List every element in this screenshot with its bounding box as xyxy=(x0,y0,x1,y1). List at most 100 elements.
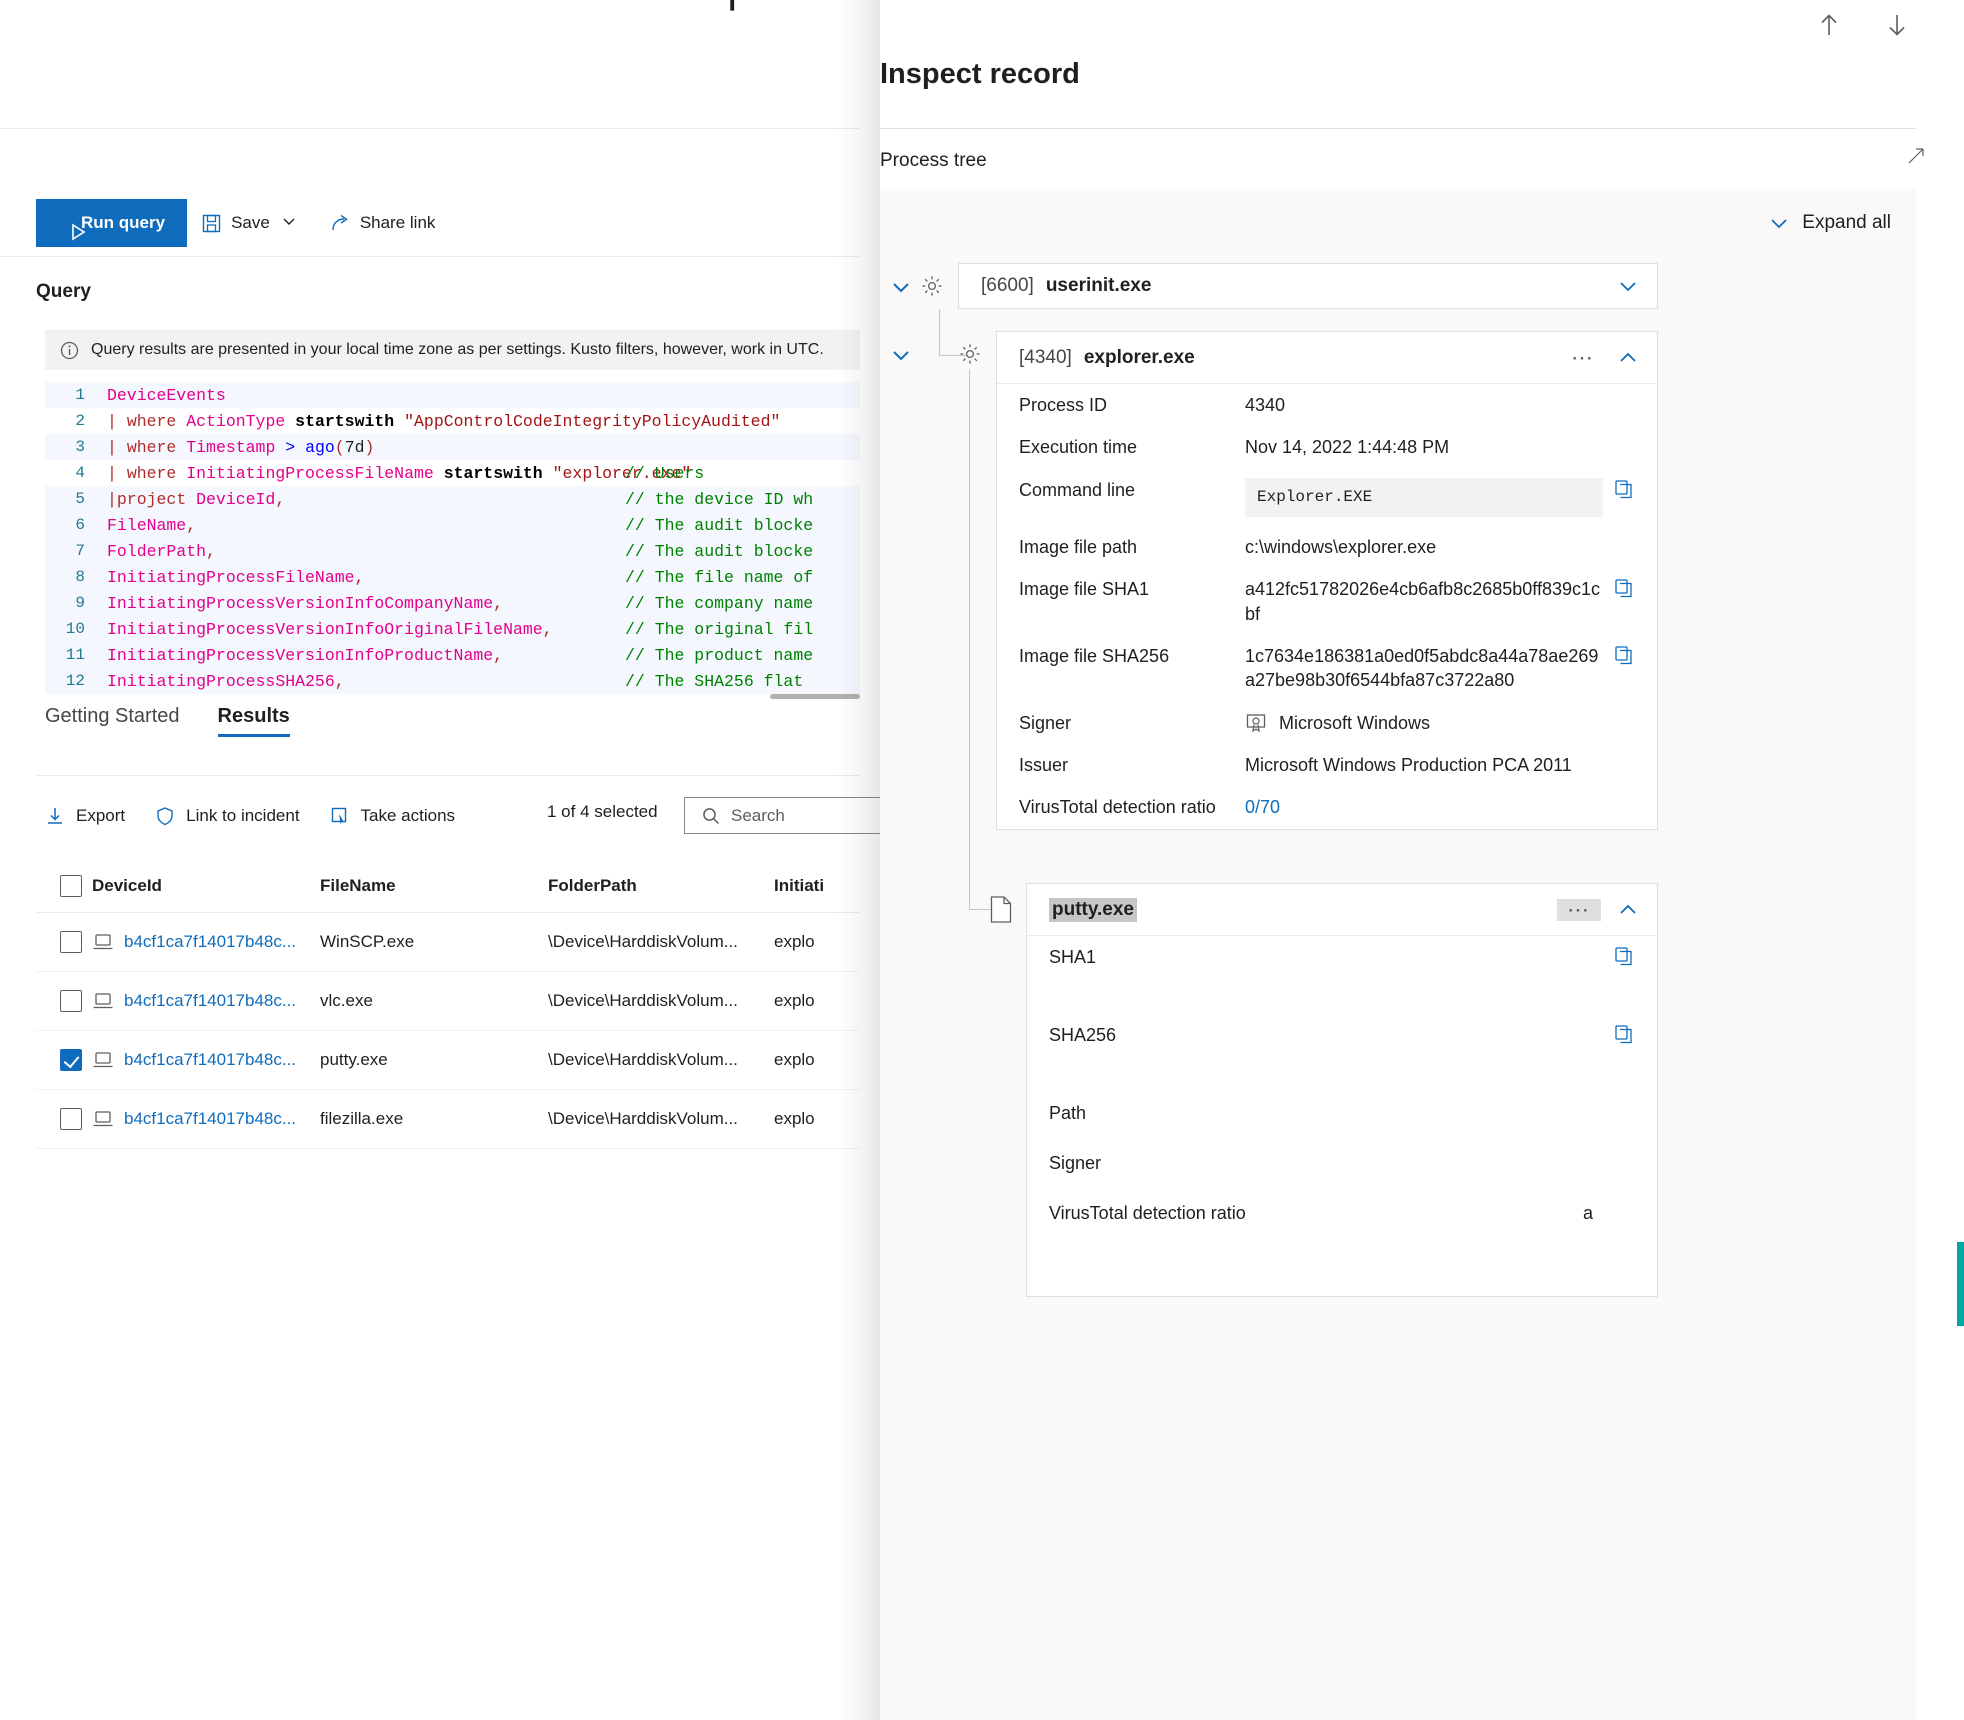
process-tree-label: Process tree xyxy=(880,150,987,171)
putty-more-actions-button[interactable]: ⋯ xyxy=(1557,898,1601,921)
column-header[interactable]: Initiati xyxy=(774,876,894,896)
code-line[interactable]: 6 FileName,// The audit blocke xyxy=(45,512,860,538)
export-button[interactable]: Export xyxy=(45,806,141,827)
process-node-userinit[interactable]: [6600] userinit.exe xyxy=(958,263,1658,309)
process-node-explorer[interactable]: [4340] explorer.exe ⋯ Process ID 4340 Exec… xyxy=(996,331,1658,830)
explorer-more-actions-button[interactable]: ⋯ xyxy=(1565,345,1601,371)
command-bar: Run query Save Share link xyxy=(36,199,449,247)
command-bar-divider xyxy=(0,256,860,257)
device-id-cell[interactable]: b4cf1ca7f14017b48c... xyxy=(92,932,320,952)
code-line[interactable]: 7 FolderPath,// The audit blocke xyxy=(45,538,860,564)
column-header[interactable]: FileName xyxy=(320,876,548,896)
initiating-process-cell: explo xyxy=(774,1050,815,1069)
device-id-link[interactable]: b4cf1ca7f14017b48c... xyxy=(124,991,296,1011)
results-tabs: Getting Started Results xyxy=(45,705,291,737)
table-row[interactable]: b4cf1ca7f14017b48c... vlc.exe \Device\Hard… xyxy=(36,972,860,1030)
take-actions-button[interactable]: Take actions xyxy=(330,806,472,827)
device-id-cell[interactable]: b4cf1ca7f14017b48c... xyxy=(92,991,320,1011)
panel-title-divider xyxy=(880,128,1916,129)
expand-all-button[interactable]: Expand all xyxy=(1768,212,1891,234)
code-line[interactable]: 4 | where InitiatingProcessFileName start… xyxy=(45,460,860,486)
field-value: Explorer.EXE xyxy=(1245,477,1603,518)
table-header-row: DeviceId FileName FolderPath Initiati xyxy=(36,860,860,912)
share-link-button[interactable]: Share link xyxy=(316,199,450,247)
run-query-button[interactable]: Run query xyxy=(36,199,188,247)
detail-field-row: Process ID 4340 xyxy=(997,384,1657,426)
device-icon xyxy=(92,991,114,1011)
code-line[interactable]: 1 DeviceEvents xyxy=(45,382,860,408)
userinit-name: userinit.exe xyxy=(1045,275,1152,296)
table-row[interactable]: b4cf1ca7f14017b48c... WinSCP.exe \Device\H… xyxy=(36,913,860,971)
code-line[interactable]: 8 InitiatingProcessFileName,// The file n… xyxy=(45,564,860,590)
device-id-link[interactable]: b4cf1ca7f14017b48c... xyxy=(124,1109,296,1129)
process-gear-icon xyxy=(920,274,944,298)
table-row[interactable]: b4cf1ca7f14017b48c... putty.exe \Device\Ha… xyxy=(36,1031,860,1089)
row-checkbox[interactable] xyxy=(60,931,82,953)
next-record-icon[interactable] xyxy=(1882,10,1912,40)
explorer-pid: [4340] xyxy=(1019,346,1072,368)
column-header[interactable]: DeviceId xyxy=(92,876,320,896)
row-checkbox[interactable] xyxy=(60,1108,82,1130)
selection-count: 1 of 4 selected xyxy=(547,802,658,821)
take-actions-label: Take actions xyxy=(360,806,456,825)
code-line[interactable]: 11 InitiatingProcessVersionInfoProductNam… xyxy=(45,642,860,668)
table-row[interactable]: b4cf1ca7f14017b48c... filezilla.exe \Devic… xyxy=(36,1090,860,1148)
link-to-incident-button[interactable]: Link to incident xyxy=(155,806,315,827)
row-checkbox[interactable] xyxy=(60,1049,82,1071)
file-name-cell: filezilla.exe xyxy=(320,1109,404,1128)
toggle-userinit-node[interactable] xyxy=(890,276,912,298)
chevron-down-icon xyxy=(1768,212,1790,234)
collapse-explorer-icon[interactable] xyxy=(1617,347,1639,369)
device-id-link[interactable]: b4cf1ca7f14017b48c... xyxy=(124,932,296,952)
row-checkbox[interactable] xyxy=(60,990,82,1012)
copy-to-clipboard-icon[interactable] xyxy=(1613,577,1639,599)
field-value: a412fc51782026e4cb6afb8c2685b0ff839c1cbf xyxy=(1245,579,1600,624)
code-line[interactable]: 3 | where Timestamp > ago(7d) xyxy=(45,434,860,460)
line-number: 3 xyxy=(75,438,85,456)
kql-query-editor[interactable]: 1 DeviceEvents 2 | where ActionType startsw… xyxy=(45,382,860,698)
select-all-checkbox[interactable] xyxy=(60,875,82,897)
code-text: InitiatingProcessSHA256,// The SHA256 fl… xyxy=(107,671,804,691)
code-line[interactable]: 12 InitiatingProcessSHA256,// The SHA256 … xyxy=(45,668,860,694)
device-id-cell[interactable]: b4cf1ca7f14017b48c... xyxy=(92,1109,320,1129)
device-id-cell[interactable]: b4cf1ca7f14017b48c... xyxy=(92,1050,320,1070)
field-value[interactable]: 0/70 xyxy=(1245,795,1603,819)
results-table: DeviceId FileName FolderPath Initiati b4cf1c… xyxy=(36,860,860,1149)
field-label: Execution time xyxy=(1019,437,1138,458)
copy-to-clipboard-icon[interactable] xyxy=(1613,478,1639,500)
line-number: 9 xyxy=(75,594,85,612)
copy-to-clipboard-icon[interactable] xyxy=(1613,945,1639,967)
file-document-icon xyxy=(990,896,1012,923)
row-select-cell xyxy=(36,990,92,1012)
toggle-explorer-node[interactable] xyxy=(890,344,912,366)
save-button[interactable]: Save xyxy=(187,199,316,247)
timezone-info-bar: Query results are presented in your loca… xyxy=(45,330,860,370)
field-label: Image file SHA256 xyxy=(1019,646,1170,667)
collapse-userinit-icon[interactable] xyxy=(1617,275,1639,297)
certificate-icon xyxy=(1245,712,1267,734)
tree-connector xyxy=(939,309,940,356)
previous-record-icon[interactable] xyxy=(1814,10,1844,40)
line-number: 4 xyxy=(75,464,85,482)
copy-to-clipboard-icon[interactable] xyxy=(1613,644,1639,666)
field-value: a xyxy=(1582,1203,1593,1223)
code-line[interactable]: 10 InitiatingProcessVersionInfoOriginalFi… xyxy=(45,616,860,642)
column-header[interactable]: FolderPath xyxy=(548,876,774,896)
collapse-putty-icon[interactable] xyxy=(1617,899,1639,921)
code-text: FolderPath,// The audit blocke xyxy=(107,541,814,561)
tab-results[interactable]: Results xyxy=(217,705,291,737)
editor-horizontal-scrollbar[interactable] xyxy=(770,694,860,699)
code-line[interactable]: 9 InitiatingProcessVersionInfoCompanyName… xyxy=(45,590,860,616)
device-id-link[interactable]: b4cf1ca7f14017b48c... xyxy=(124,1050,296,1070)
code-comment: // the device ID wh xyxy=(625,489,814,509)
collapse-section-icon[interactable] xyxy=(1908,148,1924,169)
code-line[interactable]: 2 | where ActionType startswith "AppContr… xyxy=(45,408,860,434)
row-divider xyxy=(36,1148,860,1149)
field-value: c:\windows\explorer.exe xyxy=(1245,537,1437,558)
file-node-putty[interactable]: putty.exe ⋯ SHA1 SHA256 Path Signer VirusTot… xyxy=(1026,883,1658,1297)
tab-getting-started[interactable]: Getting Started xyxy=(45,705,180,737)
code-text: |project DeviceId,// the device ID wh xyxy=(107,489,814,509)
code-line[interactable]: 5 |project DeviceId,// the device ID wh xyxy=(45,486,860,512)
copy-to-clipboard-icon[interactable] xyxy=(1613,1023,1639,1045)
field-label: Signer xyxy=(1049,1153,1102,1173)
